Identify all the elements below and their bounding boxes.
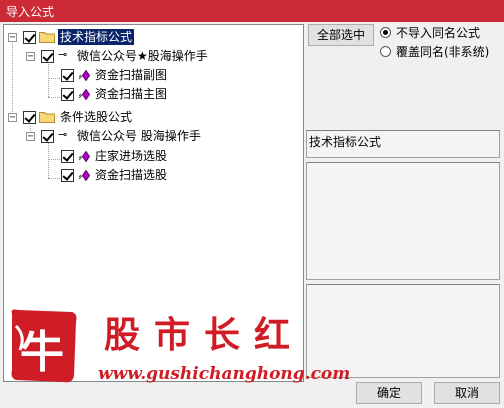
tree-node-root[interactable]: − 技术指标公式 <box>4 29 294 47</box>
no-import-label: 不导入同名公式 <box>396 26 481 40</box>
tree-node-item[interactable]: 资金扫描副图 <box>4 67 294 85</box>
tree-node-root[interactable]: − 条件选股公式 <box>4 109 294 127</box>
key-icon: ⊸ <box>58 48 68 61</box>
tree-node-group[interactable]: − ⊸ 微信公众号 股海操作手 <box>4 128 294 146</box>
tree-label: 庄家进场选股 <box>95 149 168 163</box>
collapse-icon[interactable]: − <box>8 33 17 43</box>
formula-icon <box>78 70 90 81</box>
formula-icon <box>78 89 90 100</box>
brand-url: www.gushichanghong.com <box>98 364 351 384</box>
formula-icon <box>78 170 90 181</box>
tree-label: 资金扫描主图 <box>95 87 168 101</box>
checkbox[interactable] <box>41 130 54 143</box>
category-text: 技术指标公式 <box>309 135 382 149</box>
brand-name: 股市长红 <box>104 314 305 356</box>
tree-node-group[interactable]: − ⊸ 微信公众号★股海操作手 <box>4 48 294 66</box>
collapse-icon[interactable]: − <box>26 52 35 62</box>
formula-icon <box>78 151 90 162</box>
overwrite-radio[interactable] <box>380 46 391 57</box>
checkbox[interactable] <box>23 31 36 44</box>
checkbox[interactable] <box>61 150 74 163</box>
checkbox[interactable] <box>61 69 74 82</box>
checkbox[interactable] <box>41 50 54 63</box>
cancel-button[interactable]: 取消 <box>434 382 500 404</box>
category-field: 技术指标公式 <box>306 130 500 158</box>
logo-char: 牛 <box>20 327 64 378</box>
select-all-button[interactable]: 全部选中 <box>308 24 374 46</box>
checkbox[interactable] <box>61 88 74 101</box>
ok-button[interactable]: 确定 <box>356 382 422 404</box>
window-title: 导入公式 <box>6 5 55 19</box>
description-box <box>306 162 500 280</box>
collapse-icon[interactable]: − <box>26 132 35 142</box>
tree-label: 微信公众号 股海操作手 <box>77 129 201 143</box>
title-bar: 导入公式 <box>0 0 504 22</box>
tree-label: 技术指标公式 <box>58 29 135 45</box>
collapse-icon[interactable]: − <box>8 113 17 123</box>
folder-icon <box>39 32 55 43</box>
tree-node-item[interactable]: 庄家进场选股 <box>4 148 294 166</box>
checkbox[interactable] <box>23 111 36 124</box>
no-import-radio[interactable] <box>380 27 391 38</box>
key-icon: ⊸ <box>58 128 68 141</box>
tree-label: 条件选股公式 <box>60 110 133 124</box>
tree-node-item[interactable]: 资金扫描选股 <box>4 167 294 185</box>
folder-icon <box>39 112 55 123</box>
tree-label: 资金扫描副图 <box>95 68 168 82</box>
brand-logo: 牛 <box>6 306 82 386</box>
checkbox[interactable] <box>61 169 74 182</box>
tree-label: 微信公众号★股海操作手 <box>77 49 208 63</box>
overwrite-label: 覆盖同名(非系统) <box>396 45 490 59</box>
tree-label: 资金扫描选股 <box>95 168 168 182</box>
tree-node-item[interactable]: 资金扫描主图 <box>4 86 294 104</box>
